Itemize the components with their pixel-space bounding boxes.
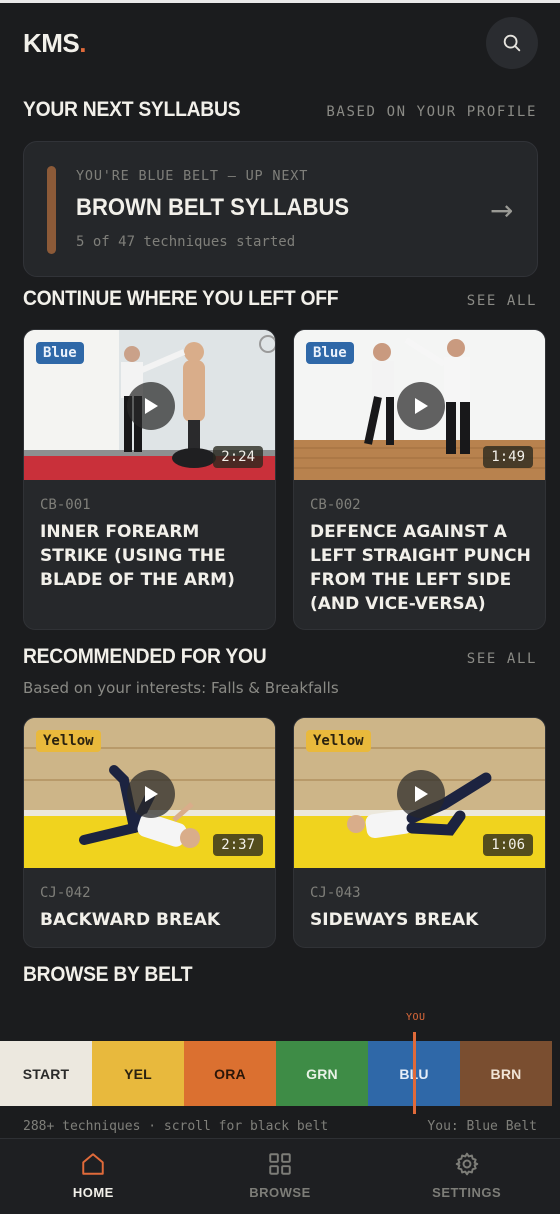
- status-strip: [0, 0, 560, 3]
- search-icon: [503, 34, 521, 52]
- technique-code: CB-001: [40, 497, 91, 513]
- current-belt-text: You: Blue Belt: [427, 1119, 537, 1134]
- play-button[interactable]: [127, 770, 175, 818]
- section-title-recommended: RECOMMENDED FOR YOU: [23, 645, 267, 668]
- technique-code: CJ-042: [40, 885, 91, 901]
- bottom-navigation: HOME BROWSE SETTINGS: [0, 1138, 560, 1214]
- nav-browse[interactable]: BROWSE: [187, 1139, 374, 1214]
- technique-card[interactable]: Yellow 2:37 CJ-042 BACKWARD BREAK: [23, 717, 276, 948]
- belt-badge: Blue: [306, 342, 354, 364]
- current-belt-label: YOU: [406, 1012, 426, 1023]
- gear-icon: [455, 1152, 478, 1176]
- belt-start[interactable]: START: [0, 1041, 92, 1106]
- video-duration: 2:24: [213, 446, 263, 468]
- technique-title: INNER FOREARM STRIKE (USING THE BLADE OF…: [40, 522, 235, 590]
- technique-title: BACKWARD BREAK: [40, 910, 221, 930]
- video-thumbnail[interactable]: Blue 2:24: [24, 330, 275, 480]
- technique-code: CB-002: [310, 497, 361, 513]
- syllabus-progress: 5 of 47 techniques started: [76, 234, 296, 250]
- syllabus-title: BROWN BELT SYLLABUS: [76, 194, 350, 221]
- section-title-next-syllabus: YOUR NEXT SYLLABUS: [23, 98, 241, 121]
- play-button[interactable]: [397, 770, 445, 818]
- belt-brown[interactable]: BRN: [460, 1041, 552, 1106]
- nav-settings-label: SETTINGS: [432, 1185, 502, 1200]
- belt-yellow[interactable]: YEL: [92, 1041, 184, 1106]
- nav-settings[interactable]: SETTINGS: [373, 1139, 560, 1214]
- video-duration: 1:06: [483, 834, 533, 856]
- video-duration: 2:37: [213, 834, 263, 856]
- video-thumbnail[interactable]: Blue 1:49: [294, 330, 545, 480]
- play-icon: [145, 786, 158, 802]
- belt-orange[interactable]: ORA: [184, 1041, 276, 1106]
- belt-badge: Yellow: [36, 730, 101, 752]
- belt-badge: Blue: [36, 342, 84, 364]
- video-thumbnail[interactable]: Yellow 1:06: [294, 718, 545, 868]
- belt-badge: Yellow: [306, 730, 371, 752]
- home-icon: [82, 1153, 105, 1175]
- technique-card[interactable]: Blue 2:24 CB-001 INNER FOREARM STRIKE (U…: [23, 329, 276, 630]
- app-logo[interactable]: KMS.: [23, 28, 86, 59]
- next-syllabus-card[interactable]: YOU'RE BLUE BELT — UP NEXT BROWN BELT SY…: [23, 141, 538, 277]
- play-button[interactable]: [397, 382, 445, 430]
- play-icon: [145, 398, 158, 414]
- nav-home-label: HOME: [72, 1185, 114, 1200]
- technique-card[interactable]: Yellow 1:06 CJ-043 SIDEWAYS BREAK: [293, 717, 546, 948]
- search-button[interactable]: [486, 17, 538, 69]
- technique-card[interactable]: Blue 1:49 CB-002 DEFENCE AGAINST A LEFT …: [293, 329, 546, 630]
- technique-title: DEFENCE AGAINST A LEFT STRAIGHT PUNCH FR…: [310, 522, 531, 614]
- belt-green[interactable]: GRN: [276, 1041, 368, 1106]
- belt-selector[interactable]: START YEL ORA GRN BLU BRN: [0, 1041, 560, 1106]
- current-belt-marker: [413, 1032, 416, 1114]
- continue-see-all-link[interactable]: SEE ALL: [467, 293, 537, 309]
- grid-icon: [269, 1153, 291, 1175]
- play-icon: [415, 398, 428, 414]
- nav-browse-label: BROWSE: [249, 1185, 311, 1200]
- video-thumbnail[interactable]: Yellow 2:37: [24, 718, 275, 868]
- play-icon: [415, 786, 428, 802]
- nav-home[interactable]: HOME: [0, 1139, 187, 1214]
- video-duration: 1:49: [483, 446, 533, 468]
- recommended-see-all-link[interactable]: SEE ALL: [467, 651, 537, 667]
- section-title-continue: CONTINUE WHERE YOU LEFT OFF: [23, 287, 339, 310]
- section-title-browse-belt: BROWSE BY BELT: [23, 963, 193, 986]
- technique-title: SIDEWAYS BREAK: [310, 910, 479, 930]
- technique-count-hint: 288+ techniques · scroll for black belt: [23, 1119, 329, 1134]
- recommended-subtitle: Based on your interests: Falls & Breakfa…: [23, 679, 339, 697]
- syllabus-eyebrow: YOU'RE BLUE BELT — UP NEXT: [76, 168, 309, 184]
- play-button[interactable]: [127, 382, 175, 430]
- syllabus-profile-hint: BASED ON YOUR PROFILE: [326, 104, 537, 120]
- arrow-right-icon: →: [490, 194, 514, 227]
- belt-color-bar: [47, 166, 56, 254]
- technique-code: CJ-043: [310, 885, 361, 901]
